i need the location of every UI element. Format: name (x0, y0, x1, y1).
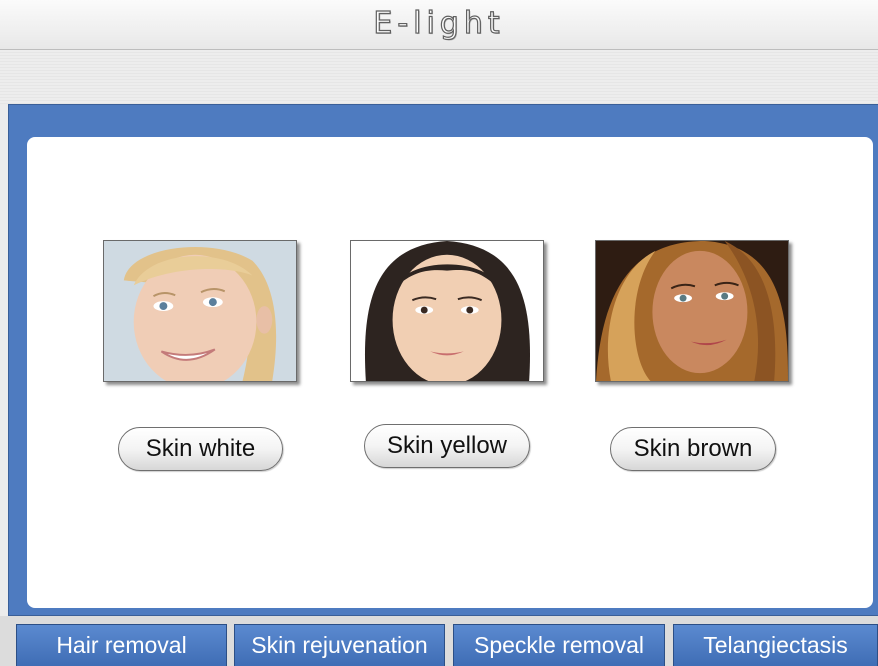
title-bar: E-light (0, 0, 878, 50)
face-photo-fair-skin-icon (104, 241, 296, 381)
skin-brown-photo[interactable] (595, 240, 789, 382)
tab-telangiectasis[interactable]: Telangiectasis (673, 624, 878, 666)
tab-hair-removal[interactable]: Hair removal (16, 624, 227, 666)
toolbar-area (0, 50, 878, 104)
tab-skin-rejuvenation[interactable]: Skin rejuvenation (234, 624, 445, 666)
skin-brown-button[interactable]: Skin brown (610, 427, 776, 471)
skin-white-photo[interactable] (103, 240, 297, 382)
tab-speckle-removal[interactable]: Speckle removal (453, 624, 665, 666)
skin-yellow-button[interactable]: Skin yellow (364, 424, 530, 468)
app-title: E-light (373, 5, 505, 41)
skin-white-button[interactable]: Skin white (118, 427, 283, 471)
face-photo-brown-skin-icon (596, 241, 788, 381)
face-photo-yellow-skin-icon (351, 241, 543, 381)
skin-yellow-photo[interactable] (350, 240, 544, 382)
